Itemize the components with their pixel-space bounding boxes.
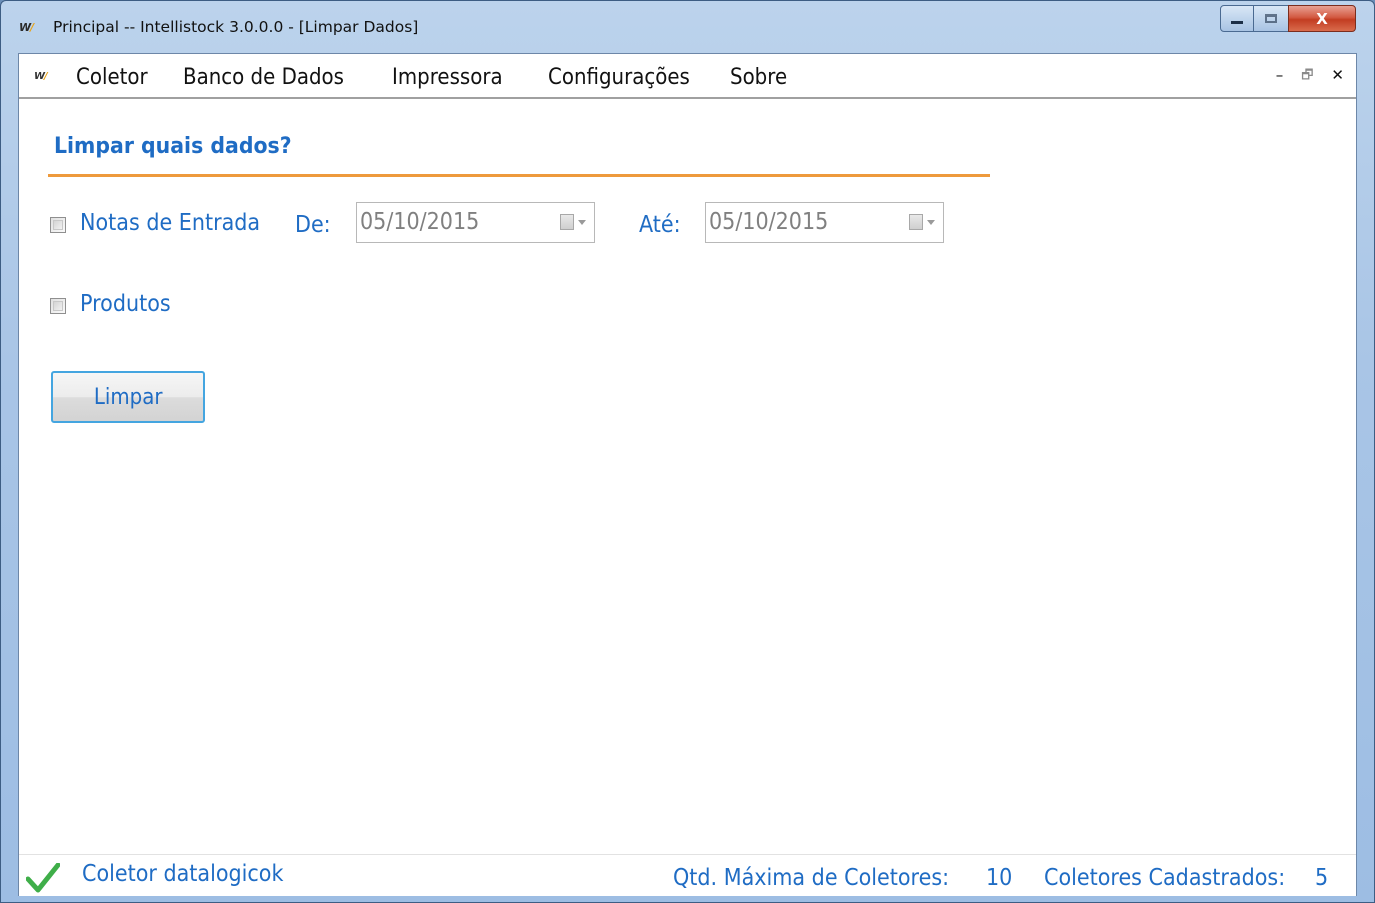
menu-bar: W/ Coletor Banco de Dados Impressora Con… — [19, 54, 1356, 99]
date-to-value[interactable]: 05/10/2015 — [709, 209, 828, 235]
minimize-icon — [1231, 21, 1243, 24]
heading-divider — [48, 174, 990, 177]
window-controls: X — [1220, 5, 1356, 32]
date-to-picker[interactable]: 05/10/2015 — [705, 202, 944, 243]
mdi-close-button[interactable]: ✕ — [1331, 66, 1344, 88]
section-heading: Limpar quais dados? — [54, 134, 292, 159]
menu-item-impressora[interactable]: Impressora — [392, 65, 503, 90]
de-label: De: — [295, 212, 331, 238]
chevron-down-icon[interactable] — [927, 220, 935, 225]
app-logo-icon: W/ — [19, 21, 34, 34]
close-button[interactable]: X — [1288, 5, 1356, 32]
notas-de-entrada-checkbox[interactable] — [50, 217, 66, 233]
calendar-icon[interactable] — [560, 214, 574, 230]
app-window: W/ Principal -- Intellistock 3.0.0.0 - [… — [0, 0, 1375, 903]
menu-logo-icon: W/ — [34, 71, 48, 82]
max-collectors-label: Qtd. Máxima de Coletores: — [673, 865, 950, 891]
minimize-button[interactable] — [1220, 5, 1254, 32]
limpar-button[interactable]: Limpar — [51, 371, 205, 423]
registered-collectors-label: Coletores Cadastrados: — [1044, 865, 1286, 891]
registered-collectors-value: 5 — [1315, 865, 1329, 891]
produtos-label[interactable]: Produtos — [80, 291, 171, 317]
notas-de-entrada-label[interactable]: Notas de Entrada — [80, 210, 260, 236]
date-from-picker[interactable]: 05/10/2015 — [356, 202, 595, 243]
chevron-down-icon[interactable] — [578, 220, 586, 225]
produtos-checkbox[interactable] — [50, 298, 66, 314]
menu-item-configuracoes[interactable]: Configurações — [548, 65, 690, 90]
close-icon: X — [1316, 9, 1328, 28]
mdi-controls: – 🗗 ✕ — [1276, 66, 1344, 88]
collector-status: Coletor datalogicok — [82, 861, 284, 887]
calendar-icon[interactable] — [909, 214, 923, 230]
maximize-icon — [1265, 14, 1277, 23]
window-title: Principal -- Intellistock 3.0.0.0 - [Lim… — [53, 18, 419, 36]
mdi-restore-button[interactable]: 🗗 — [1301, 66, 1313, 88]
ate-label: Até: — [639, 212, 681, 238]
menu-item-banco-de-dados[interactable]: Banco de Dados — [183, 65, 344, 90]
menu-item-sobre[interactable]: Sobre — [730, 65, 787, 90]
title-bar[interactable]: W/ Principal -- Intellistock 3.0.0.0 - [… — [1, 1, 1374, 53]
menu-item-coletor[interactable]: Coletor — [76, 65, 148, 90]
date-from-value[interactable]: 05/10/2015 — [360, 209, 479, 235]
status-bar: Coletor datalogicok Qtd. Máxima de Colet… — [19, 854, 1356, 896]
mdi-minimize-button[interactable]: – — [1276, 66, 1284, 88]
max-collectors-value: 10 — [986, 865, 1013, 891]
mdi-client: W/ Coletor Banco de Dados Impressora Con… — [18, 53, 1357, 896]
check-icon — [26, 863, 60, 893]
maximize-button[interactable] — [1253, 5, 1289, 32]
limpar-button-label: Limpar — [93, 384, 163, 410]
